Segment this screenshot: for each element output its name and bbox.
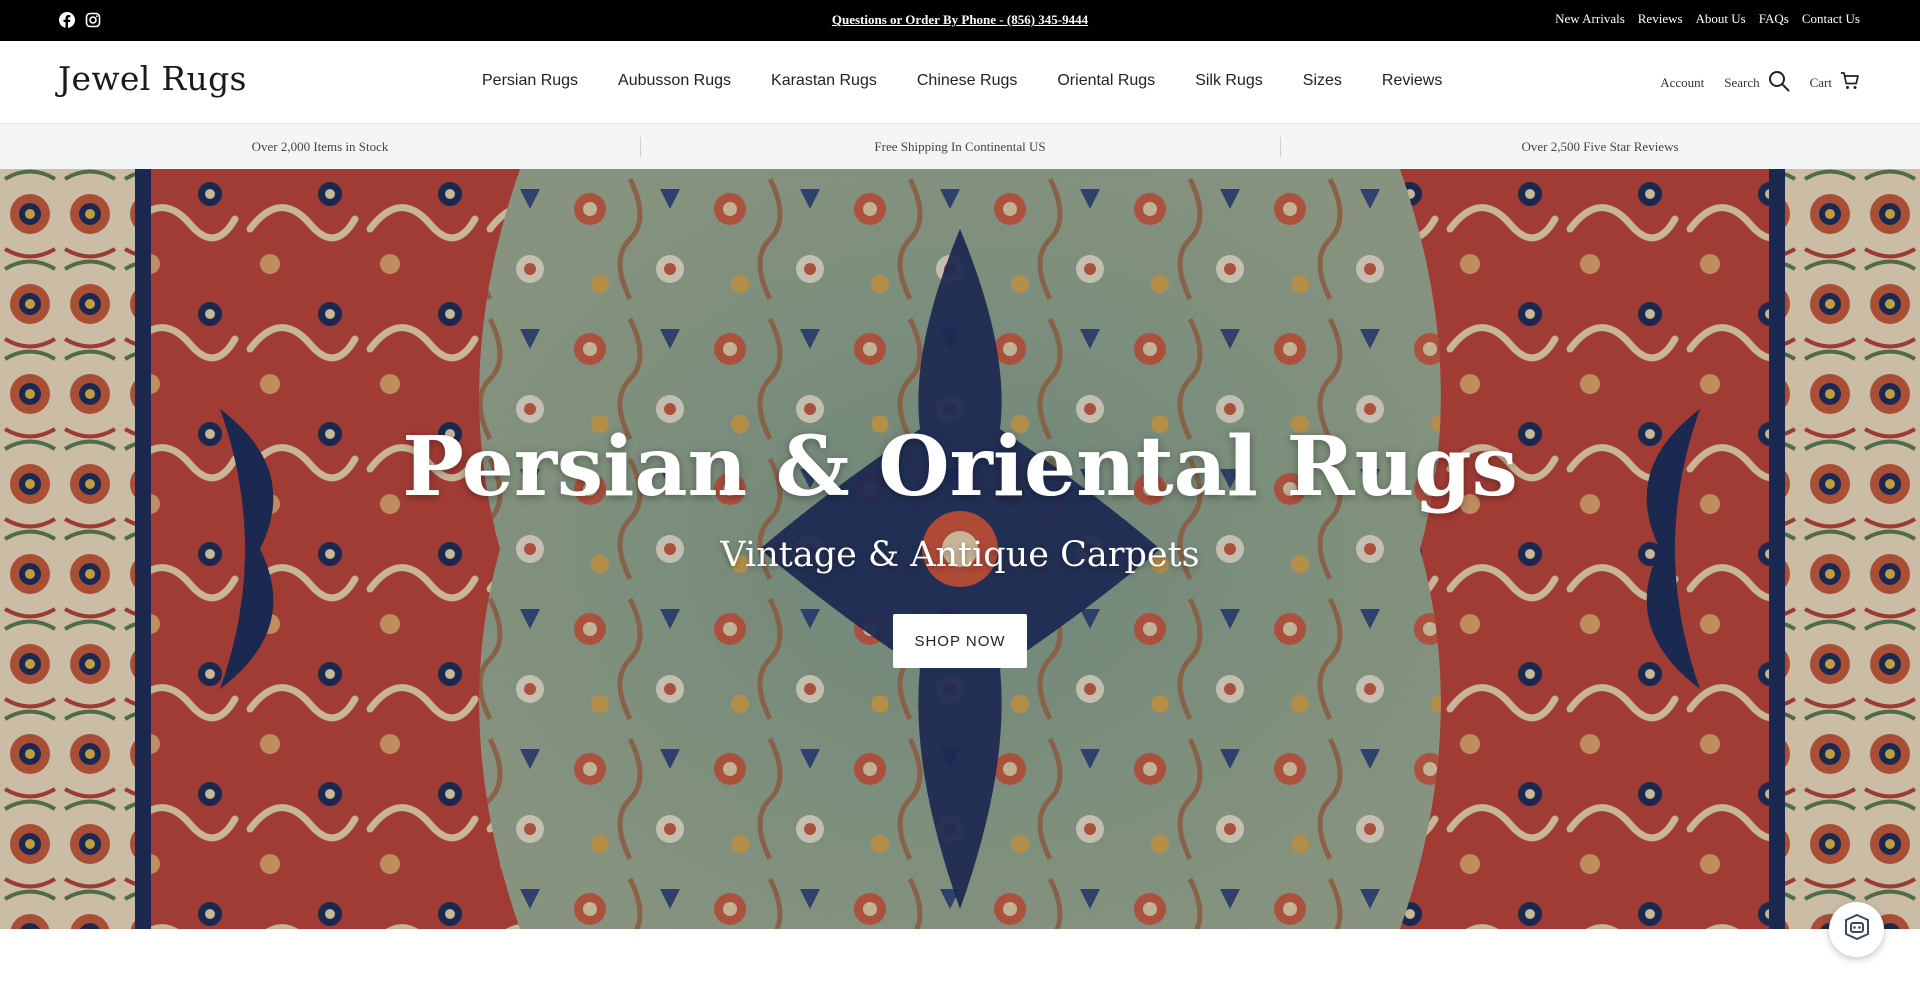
site-logo[interactable]: Jewel Rugs [58,59,247,98]
nav-item-oriental-rugs[interactable]: Oriental Rugs [1057,72,1155,90]
search-icon [1768,70,1790,96]
utility-link-faqs[interactable]: FAQs [1759,11,1789,27]
usp-item: Over 2,000 Items in Stock [0,124,640,169]
nav-item-silk-rugs[interactable]: Silk Rugs [1195,72,1263,90]
cart-icon [1840,71,1860,95]
hero-subtitle: Vintage & Antique Carpets [720,535,1200,575]
usp-text-shipping: Free Shipping In Continental US [874,138,1046,154]
main-nav: Persian Rugs Aubusson Rugs Karastan Rugs… [482,72,1442,90]
header-actions: Account Search Cart [1640,70,1860,96]
nav-item-reviews[interactable]: Reviews [1382,72,1442,90]
utility-link-new-arrivals[interactable]: New Arrivals [1555,11,1625,27]
announcement-bar: Questions or Order By Phone - (856) 345-… [0,0,1920,41]
chat-icon [1842,912,1872,947]
hero-banner: Persian & Oriental Rugs Vintage & Antiqu… [0,169,1920,929]
chat-widget-button[interactable] [1829,902,1884,957]
utility-link-reviews[interactable]: Reviews [1638,11,1683,27]
usp-bar: Over 2,000 Items in Stock Free Shipping … [0,124,1920,169]
site-header: Jewel Rugs Persian Rugs Aubusson Rugs Ka… [0,41,1920,124]
usp-item: Free Shipping In Continental US [640,124,1280,169]
usp-text-stock: Over 2,000 Items in Stock [251,138,389,154]
search-button[interactable]: Search [1724,70,1790,96]
utility-link-contact-us[interactable]: Contact Us [1802,11,1860,27]
nav-item-karastan-rugs[interactable]: Karastan Rugs [771,72,877,90]
nav-item-chinese-rugs[interactable]: Chinese Rugs [917,72,1018,90]
nav-item-persian-rugs[interactable]: Persian Rugs [482,72,578,90]
search-label: Search [1724,75,1760,90]
cart-button[interactable]: Cart [1810,71,1860,95]
account-link[interactable]: Account [1660,75,1704,91]
nav-item-aubusson-rugs[interactable]: Aubusson Rugs [618,72,731,90]
account-label: Account [1660,75,1705,90]
hero-title: Persian & Oriental Rugs [402,419,1518,515]
usp-text-reviews: Over 2,500 Five Star Reviews [1521,138,1679,154]
shop-now-button[interactable]: SHOP NOW [893,614,1027,668]
utility-nav: New Arrivals Reviews About Us FAQs Conta… [1555,11,1860,27]
utility-link-about-us[interactable]: About Us [1696,11,1746,27]
usp-item: Over 2,500 Five Star Reviews [1280,124,1920,169]
nav-item-sizes[interactable]: Sizes [1303,72,1342,90]
cart-label: Cart [1809,75,1832,90]
